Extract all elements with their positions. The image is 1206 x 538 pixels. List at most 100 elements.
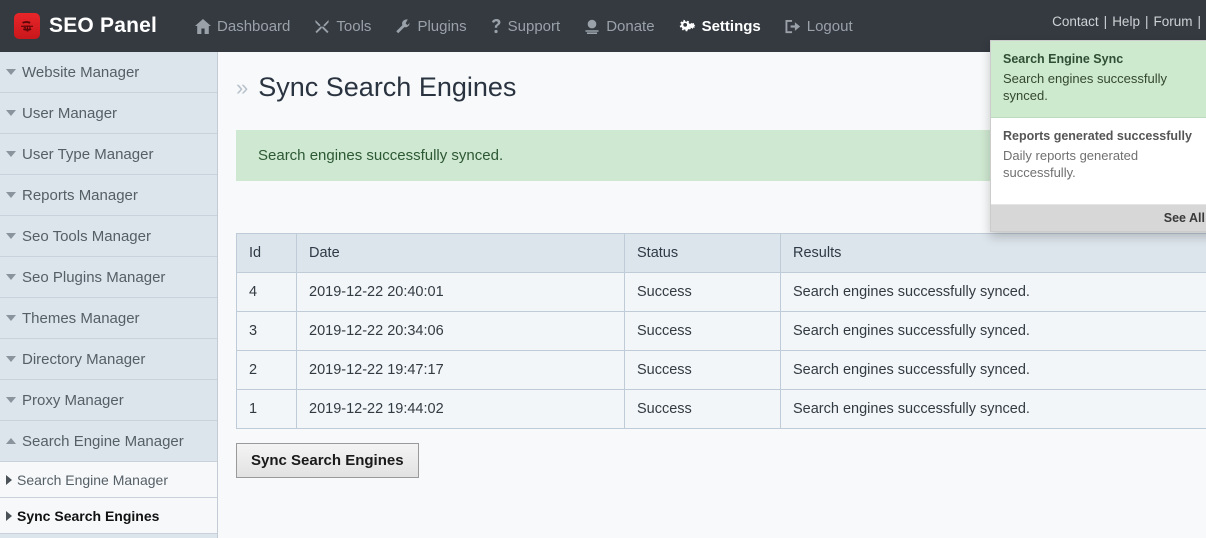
cell-status: Success <box>624 389 781 429</box>
home-icon <box>195 18 212 34</box>
cell-date: 2019-12-22 20:40:01 <box>296 272 625 312</box>
cell-results: Search engines successfully synced. <box>780 350 1206 390</box>
cell-status: Success <box>624 350 781 390</box>
forum-link[interactable]: Forum <box>1153 14 1192 29</box>
table-row: 4 2019-12-22 20:40:01 Success Search eng… <box>236 272 1206 312</box>
cell-id: 3 <box>236 311 297 351</box>
sidebar-item-proxy-manager[interactable]: Proxy Manager <box>0 380 217 421</box>
cell-results: Search engines successfully synced. <box>780 389 1206 429</box>
nav-item-tools[interactable]: Tools <box>302 0 383 52</box>
nav-item-label: Donate <box>606 17 655 35</box>
gears-icon <box>679 19 696 34</box>
column-header-date[interactable]: Date <box>296 233 625 273</box>
link-separator: | <box>1144 14 1149 29</box>
sidebar-item-label: User Type Manager <box>22 145 154 163</box>
sidebar-item-themes-manager[interactable]: Themes Manager <box>0 298 217 339</box>
cell-date: 2019-12-22 19:44:02 <box>296 389 625 429</box>
wrench-icon <box>395 18 411 34</box>
chevron-down-icon <box>6 110 16 116</box>
help-link[interactable]: Help <box>1112 14 1140 29</box>
notification-body: Daily reports generated successfully. <box>1003 148 1139 181</box>
table-row: 2 2019-12-22 19:47:17 Success Search eng… <box>236 350 1206 390</box>
cell-results: Search engines successfully synced. <box>780 311 1206 351</box>
page-title-text: Sync Search Engines <box>258 72 517 102</box>
cell-id: 4 <box>236 272 297 312</box>
brand-title: SEO Panel <box>49 14 158 37</box>
sidebar-item-user-type-manager[interactable]: User Type Manager <box>0 134 217 175</box>
cell-date: 2019-12-22 20:34:06 <box>296 311 625 351</box>
sidebar-item-user-manager[interactable]: User Manager <box>0 93 217 134</box>
chevron-down-icon <box>6 397 16 403</box>
column-header-results[interactable]: Results <box>780 233 1206 273</box>
sidebar: Website Manager User Manager User Type M… <box>0 52 218 538</box>
brand[interactable]: sp SEO Panel <box>14 13 157 39</box>
column-header-id[interactable]: Id <box>236 233 297 273</box>
sidebar-item-label: Search Engine Manager <box>22 432 184 450</box>
nav-item-label: Logout <box>806 17 853 35</box>
nav-item-plugins[interactable]: Plugins <box>383 0 478 52</box>
nav-item-settings[interactable]: Settings <box>667 0 773 52</box>
nav-item-logout[interactable]: Logout <box>773 0 865 52</box>
sidebar-item-label: Directory Manager <box>22 350 146 368</box>
cell-date: 2019-12-22 19:47:17 <box>296 350 625 390</box>
chevron-down-icon <box>6 315 16 321</box>
notification-item[interactable]: Reports generated successfully Daily rep… <box>991 118 1206 206</box>
chevron-down-icon <box>6 192 16 198</box>
sync-history-table: Id Date Status Results 4 2019-12-22 20:4… <box>236 233 1206 429</box>
sidebar-item-label: Seo Tools Manager <box>22 227 151 245</box>
sidebar-item-reports-manager[interactable]: Reports Manager <box>0 175 217 216</box>
nav-item-label: Plugins <box>417 17 467 35</box>
nav-item-support[interactable]: Support <box>479 0 573 52</box>
sidebar-subitem-search-engine-manager[interactable]: Search Engine Manager <box>0 462 217 498</box>
contact-link[interactable]: Contact <box>1052 14 1099 29</box>
chevron-down-icon <box>6 233 16 239</box>
sidebar-subitem-sync-search-engines[interactable]: Sync Search Engines <box>0 498 217 534</box>
link-separator: | <box>1103 14 1108 29</box>
sidebar-item-seo-tools-manager[interactable]: Seo Tools Manager <box>0 216 217 257</box>
sidebar-item-search-engine-manager[interactable]: Search Engine Manager <box>0 421 217 462</box>
chevron-down-icon <box>6 356 16 362</box>
table-row: 3 2019-12-22 20:34:06 Success Search eng… <box>236 311 1206 351</box>
nav-item-dashboard[interactable]: Dashboard <box>183 0 302 52</box>
sidebar-item-website-manager[interactable]: Website Manager <box>0 52 217 93</box>
sidebar-item-directory-manager[interactable]: Directory Manager <box>0 339 217 380</box>
table-header-row: Id Date Status Results <box>236 233 1206 273</box>
sidebar-item-label: Website Manager <box>22 63 140 81</box>
cell-results: Search engines successfully synced. <box>780 272 1206 312</box>
svg-text:sp: sp <box>23 22 31 31</box>
navbar-menu: Dashboard Tools Plugins Support Donate S… <box>183 0 865 52</box>
cell-status: Success <box>624 272 781 312</box>
notification-body: Search engines successfully synced. <box>1003 71 1168 104</box>
logout-icon <box>785 19 801 34</box>
see-all-link[interactable]: See All <box>991 205 1206 232</box>
table-row: 1 2019-12-22 19:44:02 Success Search eng… <box>236 389 1206 429</box>
chevron-up-icon <box>6 438 16 444</box>
cell-id: 2 <box>236 350 297 390</box>
nav-item-donate[interactable]: Donate <box>572 0 666 52</box>
notification-title: Search Engine Sync <box>1003 52 1124 66</box>
column-header-status[interactable]: Status <box>624 233 781 273</box>
chevron-right-icon <box>6 510 12 521</box>
chevron-down-icon <box>6 151 16 157</box>
donate-icon <box>584 19 600 34</box>
sidebar-item-label: Seo Plugins Manager <box>22 268 166 286</box>
nav-item-label: Dashboard <box>217 17 291 35</box>
tools-icon <box>314 19 330 34</box>
sidebar-item-label: Themes Manager <box>22 309 140 327</box>
chevron-down-icon <box>6 69 16 75</box>
cell-status: Success <box>624 311 781 351</box>
chevron-down-icon <box>6 274 16 280</box>
success-alert-message: Search engines successfully synced. <box>258 147 504 164</box>
notification-dropdown: Search Engine Sync Search engines succes… <box>990 40 1206 233</box>
nav-item-label: Support <box>507 17 561 35</box>
nav-item-label: Settings <box>701 17 761 35</box>
notification-title: Reports generated successfully <box>1003 129 1192 144</box>
sync-search-engines-button[interactable]: Sync Search Engines <box>236 443 419 478</box>
notification-item[interactable]: Search Engine Sync Search engines succes… <box>991 41 1206 119</box>
navbar-utility-links: Contact | Help | Forum | <box>1052 14 1206 29</box>
sidebar-subitem-label: Sync Search Engines <box>17 507 160 524</box>
chevron-right-icon <box>6 474 12 485</box>
seo-panel-logo-icon: sp <box>14 13 40 39</box>
sidebar-item-seo-plugins-manager[interactable]: Seo Plugins Manager <box>0 257 217 298</box>
sidebar-item-label: User Manager <box>22 104 118 122</box>
